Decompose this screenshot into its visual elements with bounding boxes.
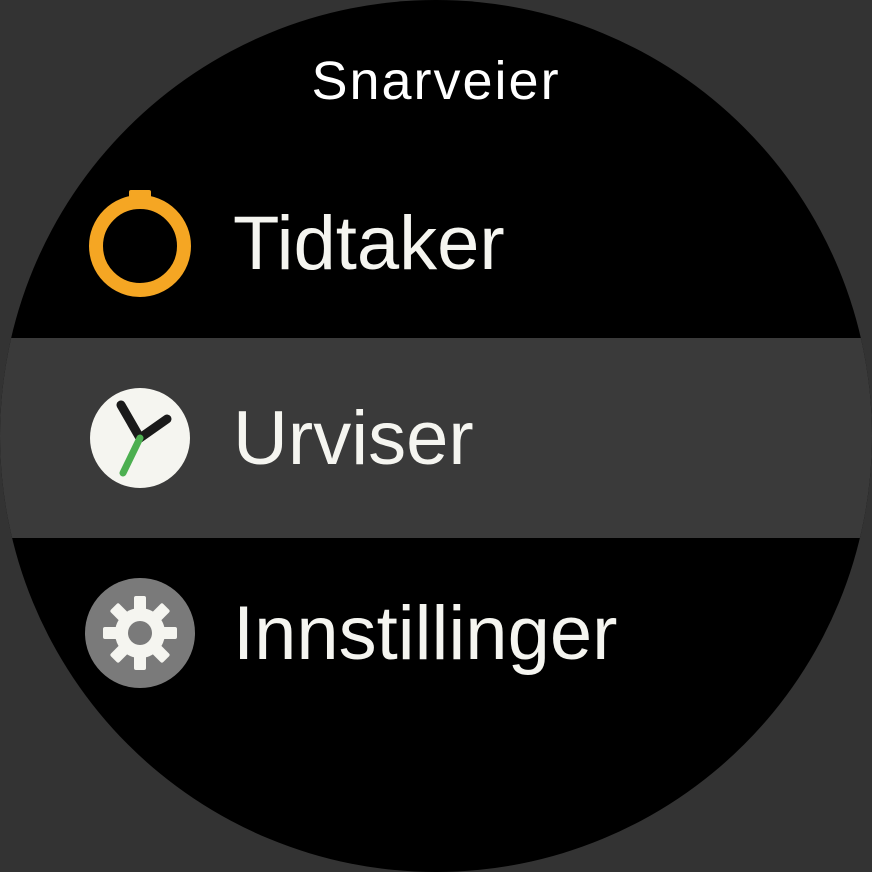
menu-item-urviser[interactable]: Urviser <box>0 338 872 538</box>
menu-item-label: Urviser <box>233 395 474 482</box>
watch-face: Snarveier Tidtaker <box>0 0 872 872</box>
gear-icon <box>85 578 195 688</box>
stopwatch-icon <box>85 188 195 298</box>
watchface-icon <box>85 383 195 493</box>
menu-item-tidtaker[interactable]: Tidtaker <box>0 148 872 338</box>
menu-item-innstillinger[interactable]: Innstillinger <box>0 538 872 728</box>
menu-list: Tidtaker Urviser <box>0 148 872 728</box>
header: Snarveier <box>0 50 872 112</box>
page-title: Snarveier <box>0 50 872 112</box>
menu-item-label: Innstillinger <box>233 590 617 677</box>
menu-item-label: Tidtaker <box>233 200 505 287</box>
